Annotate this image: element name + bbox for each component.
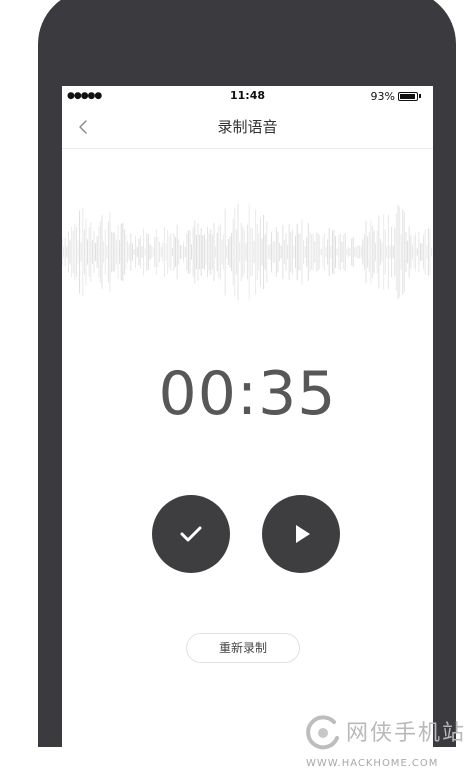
battery-icon (398, 91, 418, 101)
battery-tip (419, 94, 421, 98)
page-title: 录制语音 (217, 118, 278, 136)
battery-percent: 93% (370, 89, 395, 103)
checkmark-icon (180, 526, 202, 542)
nav-bar: 录制语音 (62, 106, 433, 149)
rerecord-button[interactable]: 重新录制 (186, 633, 300, 663)
status-bar: ●●●●● 11:48 93% (62, 86, 433, 106)
canvas: ●●●●● 11:48 93% 录制语音 00:35 重新录制 网侠手机站 WW… (0, 0, 476, 777)
watermark-en-text: WWW.HACKHOME.COM (306, 758, 439, 769)
waveform-visualization (62, 203, 433, 301)
app-screen: ●●●●● 11:48 93% 录制语音 00:35 重新录制 (62, 86, 433, 747)
hackhome-logo-icon (306, 715, 339, 750)
recording-timer: 00:35 (158, 359, 337, 429)
battery-fill (400, 93, 415, 99)
play-icon (296, 525, 310, 543)
battery-indicator: 93% (371, 89, 421, 103)
watermark: 网侠手机站 WWW.HACKHOME.COM (304, 712, 474, 774)
play-button[interactable] (262, 495, 340, 573)
confirm-button[interactable] (152, 495, 230, 573)
watermark-cn-text: 网侠手机站 (346, 721, 467, 746)
